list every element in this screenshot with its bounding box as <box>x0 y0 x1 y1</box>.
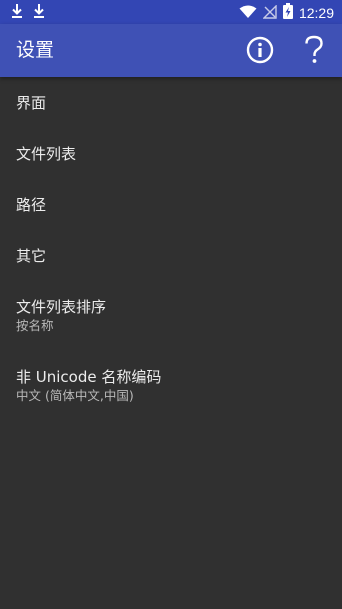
settings-item-summary: 中文 (简体中文,中国) <box>16 388 134 403</box>
settings-item-title: 文件列表 <box>16 144 77 163</box>
status-bar: 12:29 <box>0 0 342 24</box>
settings-item-title: 其它 <box>16 246 47 265</box>
settings-item-title: 路径 <box>16 195 47 214</box>
info-icon <box>246 36 274 64</box>
help-icon <box>305 35 323 63</box>
settings-item-encoding[interactable]: 非 Unicode 名称编码 中文 (简体中文,中国) <box>0 351 342 421</box>
settings-item-title: 文件列表排序 <box>16 298 107 316</box>
status-time: 12:29 <box>298 5 334 21</box>
battery-charging-icon <box>282 3 293 23</box>
settings-item-sort-order[interactable]: 文件列表排序 按名称 <box>0 281 342 351</box>
settings-item-other[interactable]: 其它 <box>0 230 342 281</box>
settings-list: 界面 文件列表 路径 其它 文件列表排序 按名称 非 Unicode 名称编码 … <box>0 77 342 421</box>
settings-item-file-list[interactable]: 文件列表 <box>0 128 342 179</box>
settings-item-title: 非 Unicode 名称编码 <box>16 368 162 386</box>
page-title: 设置 <box>16 39 55 61</box>
download-icon <box>10 3 24 23</box>
settings-item-paths[interactable]: 路径 <box>0 179 342 230</box>
help-button[interactable] <box>298 34 330 66</box>
wifi-icon <box>239 4 257 23</box>
info-button[interactable] <box>244 34 276 66</box>
settings-item-title: 界面 <box>16 93 47 112</box>
settings-item-interface[interactable]: 界面 <box>0 77 342 128</box>
download-icon <box>32 3 46 23</box>
app-bar: 设置 <box>0 24 342 77</box>
no-signal-icon <box>262 3 277 23</box>
settings-item-summary: 按名称 <box>16 318 54 333</box>
